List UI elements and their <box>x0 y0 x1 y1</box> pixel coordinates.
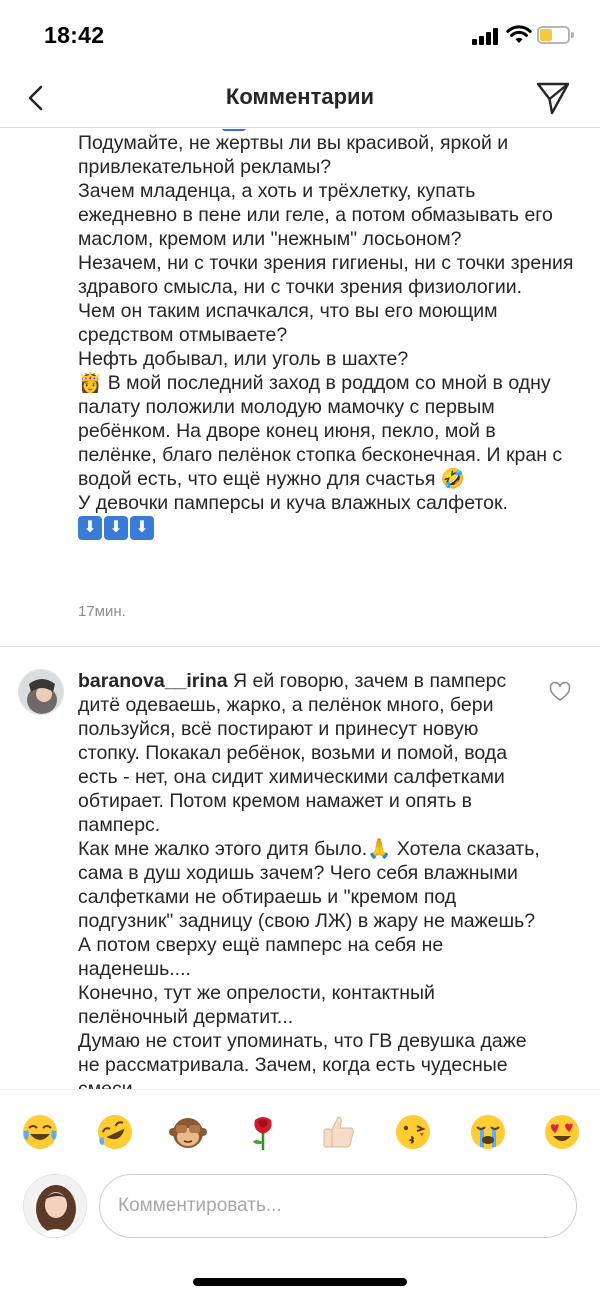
down-arrow-emoji: ⬇ <box>130 515 154 540</box>
like-button[interactable] <box>549 682 571 702</box>
comment-paragraph-with-emoji: Как мне жалко этого дитя было.🙏 Хотела с… <box>78 837 540 981</box>
comment-paragraph: В мой последний заход в роддом со мной в… <box>78 372 563 490</box>
send-button[interactable] <box>535 80 571 116</box>
rolling-laughing-emoji: 🤣 <box>440 467 466 490</box>
status-bar: 18:42 <box>0 0 600 70</box>
wifi-icon <box>506 25 532 43</box>
home-indicator[interactable] <box>193 1278 407 1286</box>
page-title: Комментарии <box>225 84 375 109</box>
down-arrow-emoji: ⬇ <box>104 515 128 540</box>
cellular-signal-icon <box>472 27 500 45</box>
down-arrows-row: ⬇ ⬇ ⬇ <box>78 515 578 540</box>
heart-eyes-emoji[interactable] <box>542 1112 582 1152</box>
princess-emoji: 👸 <box>78 371 103 394</box>
comment-paragraph: Конечно, тут же опрелости, контактный пе… <box>78 982 435 1028</box>
comment-paragraph: У девочки памперсы и куча влажных салфет… <box>78 492 508 514</box>
comment-paragraph: Подумайте, не жертвы ли вы красивой, ярк… <box>78 132 509 178</box>
comment-input[interactable] <box>99 1174 577 1238</box>
comment-text: Подумайте, не жертвы ли вы красивой, ярк… <box>78 131 578 540</box>
comment-timestamp: 17мин. <box>78 603 126 620</box>
comment-composer <box>0 1171 600 1251</box>
comment-username[interactable]: baranova__irina <box>78 670 228 692</box>
down-arrow-emoji: ⬇ <box>78 515 102 540</box>
comment-paragraph: Как мне жалко этого дитя было. <box>78 838 368 860</box>
battery-icon <box>537 26 574 44</box>
navigation-bar: Комментарии <box>0 70 600 128</box>
divider <box>0 646 600 647</box>
avatar[interactable] <box>18 669 64 715</box>
emoji-reaction-bar <box>0 1089 600 1171</box>
praying-hands-emoji: 🙏 <box>367 837 392 860</box>
kissing-face-emoji[interactable] <box>393 1112 433 1152</box>
crying-face-emoji[interactable] <box>468 1112 508 1152</box>
comment-paragraph: Чем он таким испачкался, что вы его моющ… <box>78 300 498 346</box>
comment-text: baranova__irina Я ей говорю, зачем в пам… <box>78 669 540 1089</box>
comment-paragraph: Незачем, ни с точки зрения гигиены, ни с… <box>78 252 574 298</box>
status-time: 18:42 <box>44 22 105 48</box>
comment-paragraph: Я ей говорю, зачем в памперс дитё одевае… <box>78 670 508 836</box>
comments-list[interactable]: Подумайте, не жертвы ли вы красивой, ярк… <box>0 129 600 1089</box>
comment-paragraph: Зачем младенца, а хоть и трёхлетку, купа… <box>78 180 553 250</box>
see-no-evil-monkey-emoji[interactable] <box>168 1112 208 1152</box>
my-avatar <box>23 1174 87 1238</box>
rolling-laughing-emoji[interactable] <box>95 1112 135 1152</box>
comment-first-paragraph: baranova__irina Я ей говорю, зачем в пам… <box>78 669 540 837</box>
comment-paragraph: Нефть добывал, или уголь в шахте? <box>78 348 409 370</box>
thumbs-up-emoji[interactable] <box>318 1112 358 1152</box>
rose-emoji[interactable] <box>243 1112 283 1152</box>
comment-paragraph: Думаю не стоит упоминать, что ГВ девушка… <box>78 1030 527 1089</box>
tears-of-joy-emoji[interactable] <box>20 1112 60 1152</box>
comment-paragraph-with-emoji: 👸 В мой последний заход в роддом со мной… <box>78 371 578 491</box>
